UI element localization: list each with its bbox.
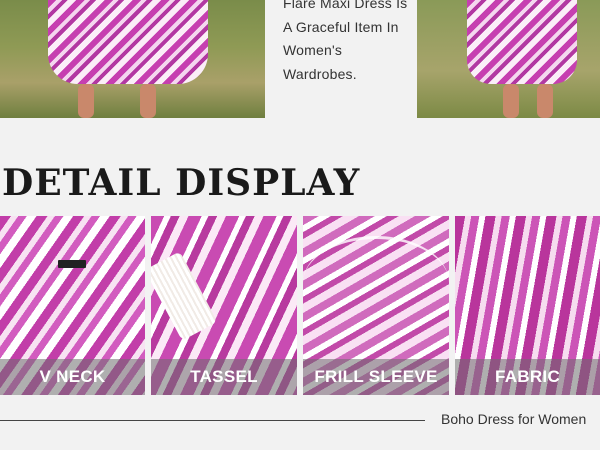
detail-tassel: TASSEL (151, 216, 297, 395)
tassel (151, 251, 218, 341)
detail-label: FABRIC (455, 359, 600, 395)
dress-skirt (467, 0, 577, 84)
leg (140, 84, 156, 118)
detail-label: TASSEL (151, 359, 297, 395)
leg (503, 84, 519, 118)
model-photo-left (0, 0, 265, 118)
detail-label: FRILL SLEEVE (303, 359, 449, 395)
detail-label: V NECK (0, 359, 145, 395)
section-heading: DETAIL DISPLAY (2, 162, 361, 204)
dress-skirt (48, 0, 208, 84)
leg (537, 84, 553, 118)
leg (78, 84, 94, 118)
description-block: Flare Maxi Dress Is A Graceful Item In W… (265, 0, 417, 118)
detail-v-neck: V NECK (0, 216, 145, 395)
description-text: Flare Maxi Dress Is A Graceful Item In W… (283, 0, 408, 82)
frill-edge (303, 236, 449, 329)
footer-caption: Boho Dress for Women (441, 411, 587, 427)
model-photo-right (417, 0, 600, 118)
footer-divider (0, 420, 425, 421)
brand-tag (58, 260, 86, 268)
detail-fabric: FABRIC (455, 216, 600, 395)
detail-frill-sleeve: FRILL SLEEVE (303, 216, 449, 395)
top-banner: Flare Maxi Dress Is A Graceful Item In W… (0, 0, 600, 118)
